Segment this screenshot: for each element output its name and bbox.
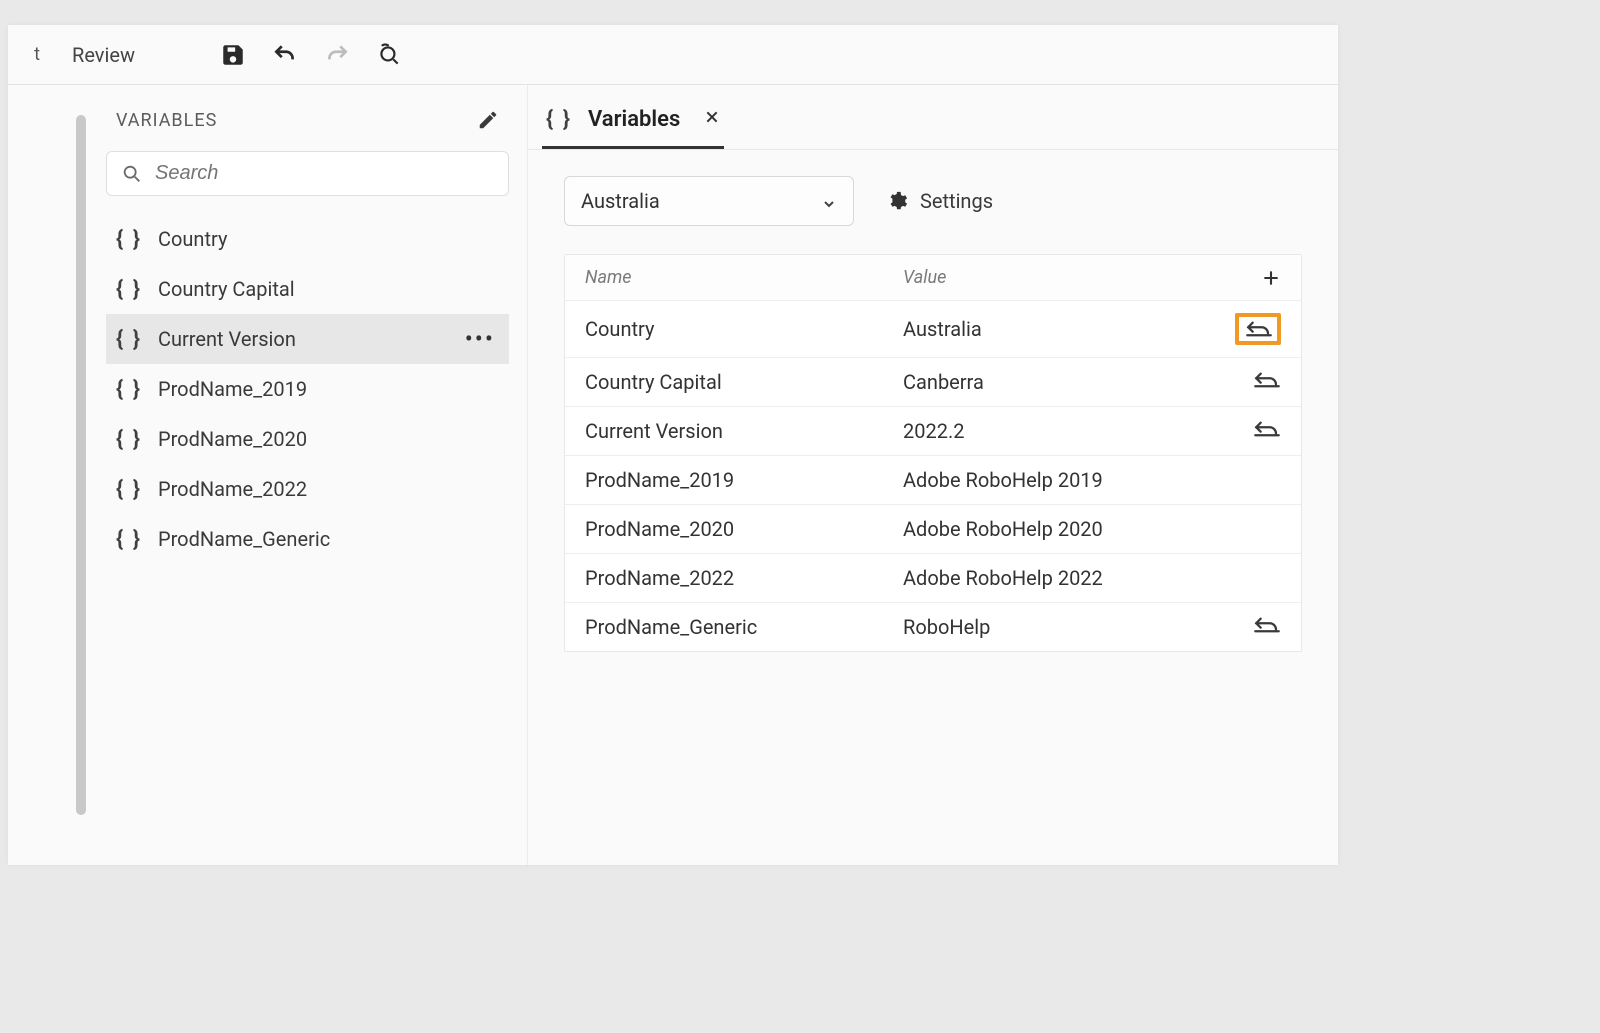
braces-icon: { } (116, 427, 142, 452)
braces-icon: { } (116, 377, 142, 402)
panel-title: VARIABLES (116, 110, 217, 131)
sidebar-item-label: ProdName_2022 (158, 477, 307, 501)
cell-value: Adobe RoboHelp 2020 (903, 517, 1221, 541)
sidebar-item[interactable]: { } Country Capital (106, 264, 509, 314)
cell-value: RoboHelp (903, 615, 1221, 639)
more-options-icon[interactable]: ••• (465, 325, 499, 353)
variable-list: { } Country { } Country Capital { } Current V… (106, 214, 509, 564)
tab-review[interactable]: Review (48, 43, 159, 67)
cell-value: Australia (903, 317, 1221, 341)
grid-row[interactable]: CountryAustralia (565, 301, 1301, 358)
editor-area: { } Variables Australia (528, 85, 1338, 865)
cell-name: Current Version (585, 419, 903, 443)
braces-icon: { } (116, 277, 142, 302)
cell-name: Country (585, 317, 903, 341)
sidebar-item[interactable]: { } Country (106, 214, 509, 264)
undo-icon[interactable] (271, 41, 299, 69)
reset-value-icon[interactable] (1253, 419, 1281, 443)
sidebar-item-label: Country (158, 227, 227, 251)
braces-icon: { } (116, 227, 142, 252)
sidebar-item[interactable]: { } Current Version ••• (106, 314, 509, 364)
variables-panel: VARIABLES { }Country{ }Country Capital{ … (88, 85, 528, 865)
cell-name: ProdName_2022 (585, 566, 903, 590)
scrollbar[interactable] (76, 115, 86, 815)
add-variable-icon[interactable] (1261, 268, 1281, 288)
gear-icon (886, 190, 908, 212)
left-gutter (8, 85, 88, 865)
braces-icon: { } (116, 327, 142, 352)
reset-value-icon[interactable] (1253, 615, 1281, 639)
save-icon[interactable] (219, 41, 247, 69)
grid-row[interactable]: ProdName_GenericRoboHelp (565, 603, 1301, 651)
braces-icon: { } (116, 527, 142, 552)
cell-name: ProdName_2020 (585, 517, 903, 541)
chevron-down-icon (821, 193, 837, 209)
sidebar-item-label: ProdName_Generic (158, 527, 330, 551)
sidebar-item-label: Current Version (158, 327, 296, 351)
dropdown-value: Australia (581, 189, 660, 213)
redo-icon[interactable] (323, 41, 351, 69)
top-toolbar: t Review (8, 25, 1338, 85)
variable-set-dropdown[interactable]: Australia (564, 176, 854, 226)
sidebar-item-label: ProdName_2020 (158, 427, 307, 451)
editor-tabbar: { } Variables (528, 85, 1338, 150)
cell-value: Canberra (903, 370, 1221, 394)
reset-value-icon[interactable] (1245, 319, 1271, 339)
search-input[interactable] (106, 151, 509, 196)
col-name: Name (585, 267, 903, 288)
tab-variables[interactable]: { } Variables (542, 97, 724, 149)
grid-row[interactable]: ProdName_2019Adobe RoboHelp 2019 (565, 456, 1301, 505)
sidebar-item-label: Country Capital (158, 277, 295, 301)
left-clip-fragment: t (8, 25, 48, 85)
reset-value-icon[interactable] (1253, 370, 1281, 394)
sidebar-item[interactable]: { } ProdName_2019 (106, 364, 509, 414)
sidebar-item[interactable]: { } ProdName_Generic (106, 514, 509, 564)
sidebar-item-label: ProdName_2019 (158, 377, 307, 401)
cell-value: Adobe RoboHelp 2022 (903, 566, 1221, 590)
settings-button[interactable]: Settings (886, 189, 993, 213)
cell-value: 2022.2 (903, 419, 1221, 443)
search-field[interactable] (155, 162, 494, 185)
cell-name: ProdName_Generic (585, 615, 903, 639)
sidebar-item[interactable]: { } ProdName_2020 (106, 414, 509, 464)
sidebar-item[interactable]: { } ProdName_2022 (106, 464, 509, 514)
grid-row[interactable]: ProdName_2022Adobe RoboHelp 2022 (565, 554, 1301, 603)
settings-label: Settings (920, 189, 993, 213)
cell-name: Country Capital (585, 370, 903, 394)
cell-value: Adobe RoboHelp 2019 (903, 468, 1221, 492)
braces-icon: { } (546, 107, 572, 132)
find-replace-icon[interactable] (375, 41, 403, 69)
grid-header: Name Value (565, 255, 1301, 301)
braces-icon: { } (116, 477, 142, 502)
tab-label: Variables (588, 107, 680, 132)
cell-name: ProdName_2019 (585, 468, 903, 492)
close-icon[interactable] (704, 109, 720, 130)
grid-row[interactable]: Current Version2022.2 (565, 407, 1301, 456)
grid-row[interactable]: ProdName_2020Adobe RoboHelp 2020 (565, 505, 1301, 554)
grid-row[interactable]: Country CapitalCanberra (565, 358, 1301, 407)
edit-icon[interactable] (477, 109, 499, 131)
variables-grid: Name Value CountryAustraliaCountry Capit… (564, 254, 1302, 652)
search-icon (121, 163, 143, 185)
col-value: Value (903, 267, 1221, 288)
